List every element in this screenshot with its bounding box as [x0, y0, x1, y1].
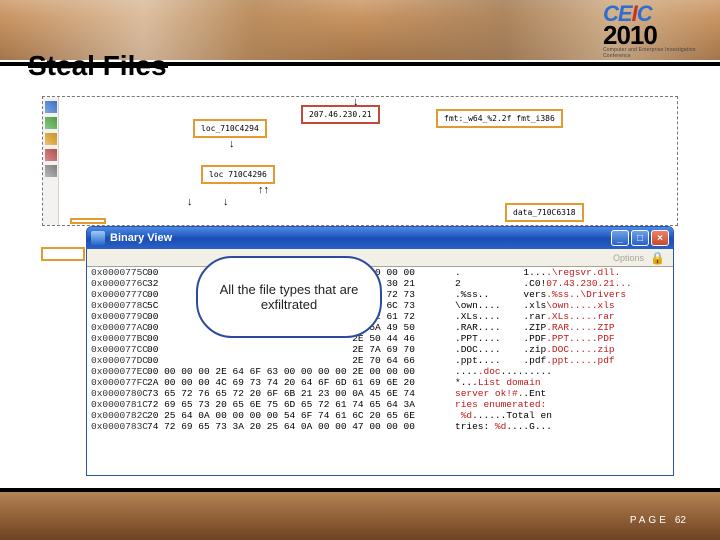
window-menubar: Options 🔒	[87, 249, 673, 267]
maximize-button[interactable]: □	[631, 230, 649, 246]
graph-node[interactable]: loc 710C4296	[201, 165, 275, 184]
toolbar-icon[interactable]	[45, 165, 57, 177]
binary-view-window: Binary View _ □ × Options 🔒 0x0000775C00…	[86, 226, 674, 476]
graph-node[interactable]: loc_710C4294	[193, 119, 267, 138]
annotation-callout: All the file types that are exfiltrated	[196, 256, 382, 338]
graph-node-ip[interactable]: 207.46.230.21	[301, 105, 380, 124]
lock-icon: 🔒	[650, 251, 665, 265]
graph-node[interactable]: data_710C6318	[505, 203, 584, 222]
toolbar-icon[interactable]	[45, 117, 57, 129]
graph-node[interactable]: fmt:_w64_%2.2f fmt_i386	[436, 109, 563, 128]
ida-graph-view: loc_710C4294 207.46.230.21 fmt:_w64_%2.2…	[42, 96, 678, 226]
window-title: Binary View	[110, 232, 172, 244]
window-titlebar[interactable]: Binary View _ □ ×	[87, 227, 673, 249]
toolbar-icon[interactable]	[45, 133, 57, 145]
brand-logo-2010: CEIC 2010 Computer and Enterprise Invest…	[603, 4, 708, 60]
graph-toolbar	[43, 97, 59, 225]
slide-title: Steal Files	[28, 50, 167, 82]
options-menu[interactable]: Options	[613, 253, 644, 263]
page-number: PAGE62	[630, 515, 686, 526]
minimize-button[interactable]: _	[611, 230, 629, 246]
close-button[interactable]: ×	[651, 230, 669, 246]
app-icon	[91, 231, 105, 245]
toolbar-icon[interactable]	[45, 101, 57, 113]
toolbar-icon[interactable]	[45, 149, 57, 161]
